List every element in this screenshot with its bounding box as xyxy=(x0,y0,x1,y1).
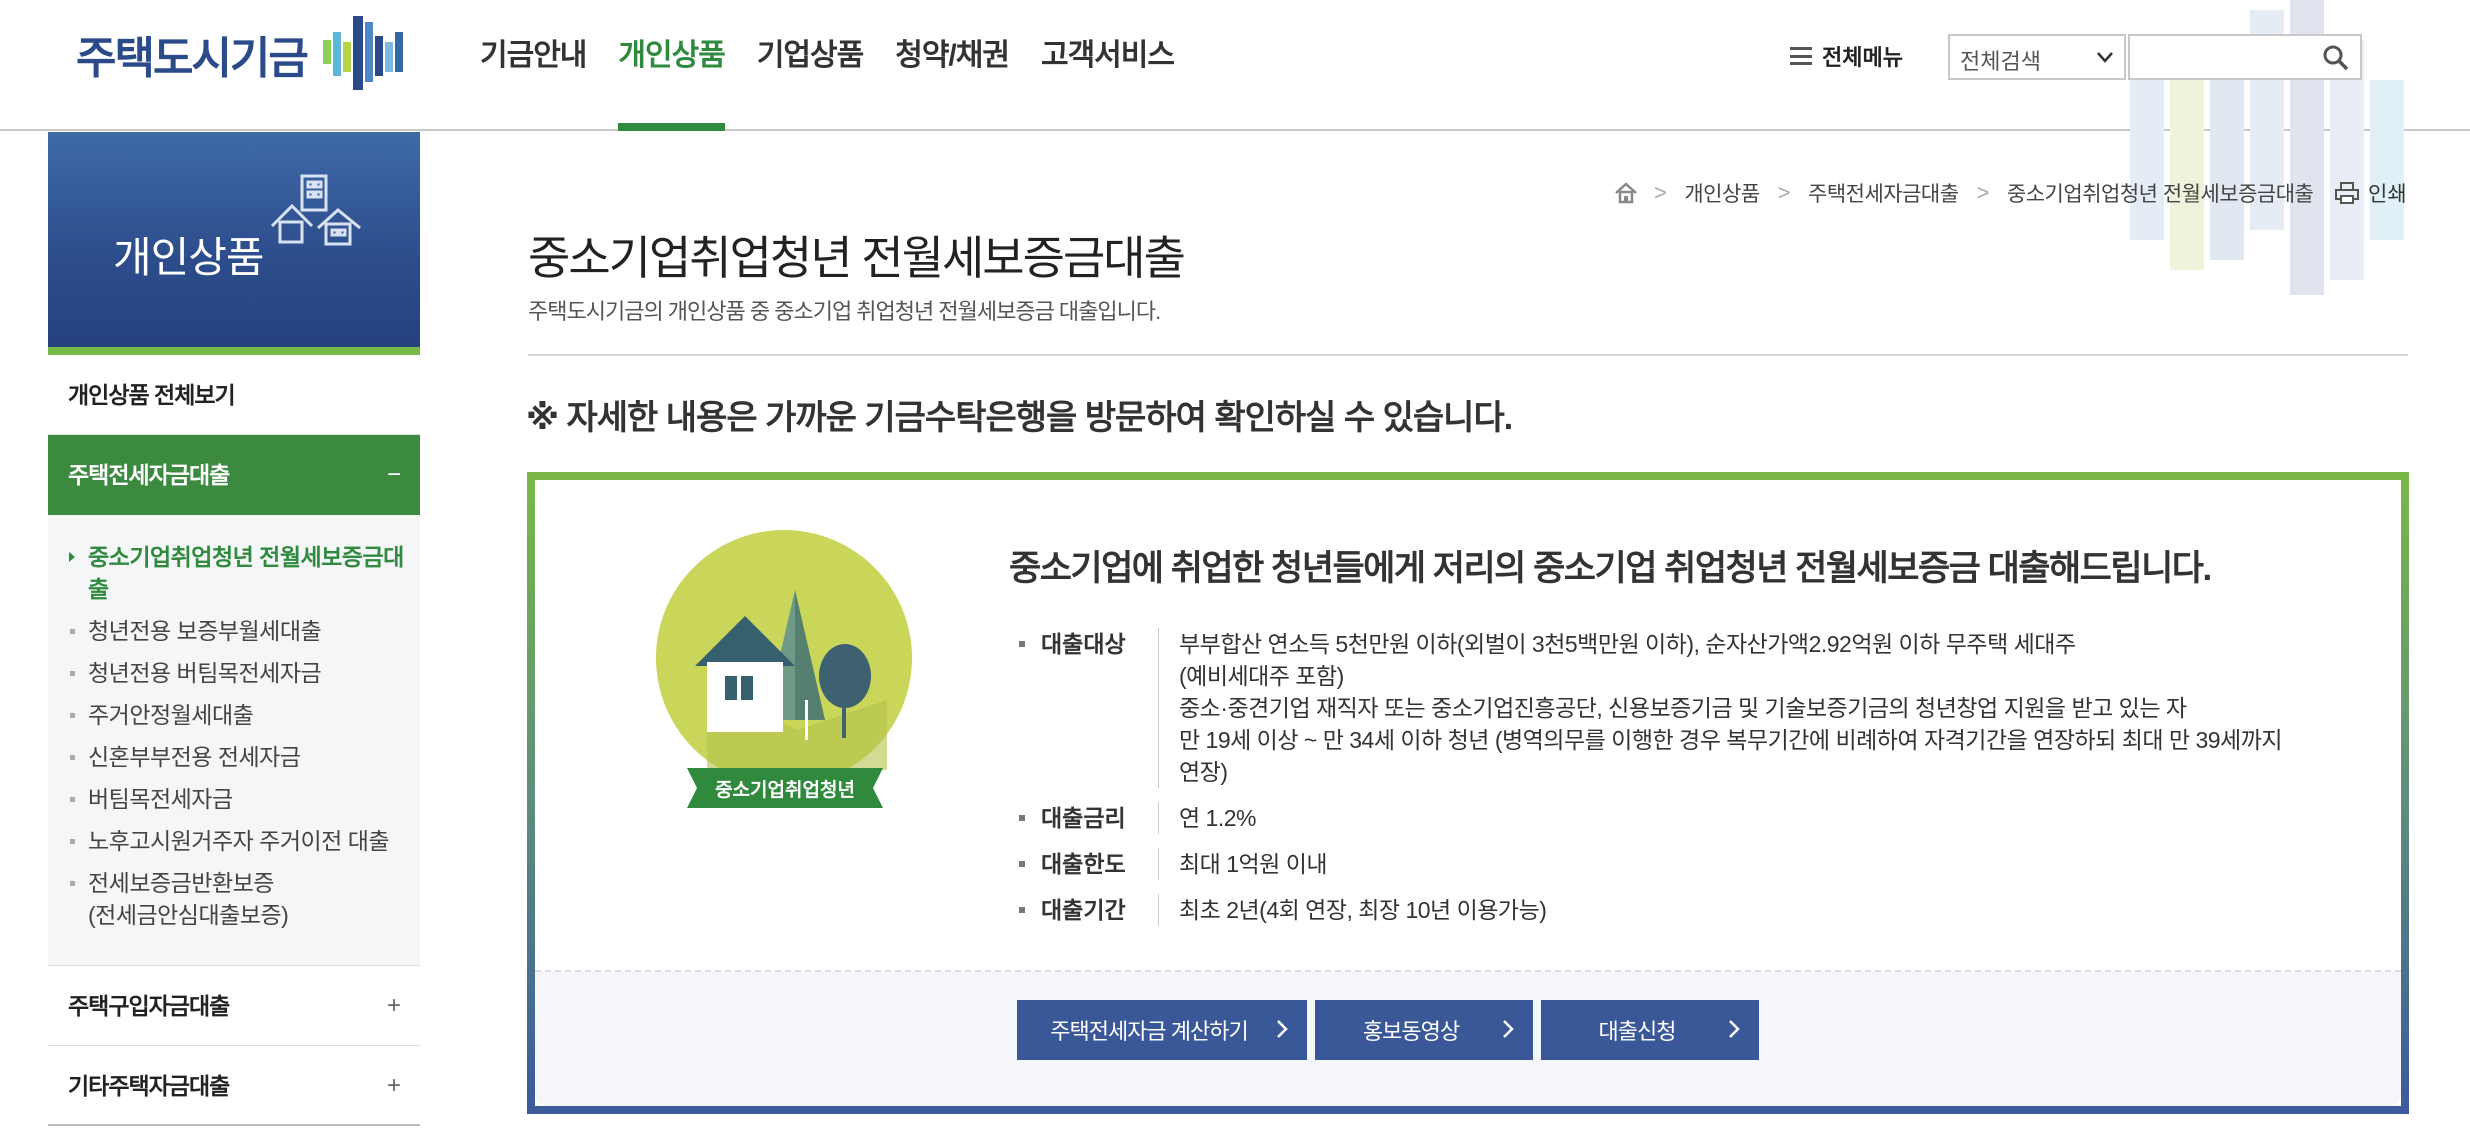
info-row-period: 대출기간 최초 2년(4회 연장, 최장 10년 이용가능) xyxy=(1015,894,2355,926)
promo-video-button[interactable]: 홍보동영상 xyxy=(1315,1000,1533,1060)
info-value: 연 1.2% xyxy=(1179,805,1256,831)
printer-icon xyxy=(2335,182,2359,204)
info-row-rate: 대출금리 연 1.2% xyxy=(1015,802,2355,834)
home-icon[interactable] xyxy=(1614,182,1638,204)
sidebar-header: 개인상품 xyxy=(48,132,420,355)
notice-text: ※ 자세한 내용은 가까운 기금수탁은행을 방문하여 확인하실 수 있습니다. xyxy=(526,399,1513,437)
breadcrumb-current[interactable]: 중소기업취업청년 전월세보증금대출 xyxy=(2007,178,2314,208)
button-label: 주택전세자금 계산하기 xyxy=(1050,1019,1249,1044)
sidebar-group-label: 주택구입자금대출 xyxy=(68,993,230,1019)
all-menu-button[interactable]: 전체메뉴 xyxy=(1790,36,1903,76)
product-badge: 중소기업취업청년 xyxy=(647,530,933,820)
chevron-right-icon: > xyxy=(1654,180,1667,205)
expand-icon: + xyxy=(386,992,401,1019)
sidebar-item-gosiwon-relocation[interactable]: 노후고시원거주자 주거이전 대출 xyxy=(48,825,420,857)
logo-mark-icon xyxy=(322,16,403,90)
info-values: 부부합산 연소득 5천만원 이하(외벌이 3천5백만원 이하), 순자산가액2.… xyxy=(1159,628,2283,788)
collapse-icon: − xyxy=(386,461,401,488)
sidebar-item-youth-beotimmok[interactable]: 청년전용 버팀목전세자금 xyxy=(48,657,420,689)
button-label: 대출신청 xyxy=(1598,1019,1677,1044)
info-value: 연장) xyxy=(1179,759,1228,785)
info-value: (예비세대주 포함) xyxy=(1179,663,1344,689)
sidebar: 개인상품 개인상품 전체보기 주택전세자금대출 − 중소기업취업청년 전월세보증… xyxy=(48,132,420,1126)
info-value: 만 19세 이상 ~ 만 34세 이하 청년 (병역의무를 이행한 경우 복무기… xyxy=(1179,727,2283,753)
chevron-down-icon xyxy=(2097,52,2113,63)
info-label: 대출금리 xyxy=(1015,802,1159,834)
print-button[interactable]: 인쇄 xyxy=(2334,178,2407,208)
search-scope-select[interactable]: 전체검색 xyxy=(1948,34,2126,80)
chevron-right-icon: > xyxy=(1777,180,1791,205)
houses-icon xyxy=(270,174,361,246)
all-menu-label: 전체메뉴 xyxy=(1822,45,1903,70)
page-title: 중소기업취업청년 전월세보증금대출 xyxy=(528,232,1186,284)
info-row-target: 대출대상 부부합산 연소득 5천만원 이하(외벌이 3천5백만원 이하), 순자… xyxy=(1015,628,2355,788)
info-label: 대출한도 xyxy=(1015,848,1159,880)
info-value: 최대 1억원 이내 xyxy=(1179,851,1328,877)
sidebar-item-newlywed-jeonse[interactable]: 신혼부부전용 전세자금 xyxy=(48,741,420,773)
nav-personal-products[interactable]: 개인상품 xyxy=(618,0,726,131)
info-label: 대출기간 xyxy=(1015,894,1159,926)
breadcrumb-item[interactable]: 개인상품 xyxy=(1684,178,1760,208)
sidebar-all-products[interactable]: 개인상품 전체보기 xyxy=(48,355,420,435)
expand-icon: + xyxy=(386,1072,401,1099)
loan-apply-button[interactable]: 대출신청 xyxy=(1541,1000,1759,1060)
breadcrumb-item[interactable]: 주택전세자금대출 xyxy=(1808,178,1959,208)
chevron-right-icon xyxy=(1729,1020,1740,1038)
product-summary-box: 중소기업취업청년 중소기업에 취업한 청년들에게 저리의 중소기업 취업청년 전… xyxy=(527,472,2409,1114)
button-label: 홍보동영상 xyxy=(1362,1019,1460,1044)
sidebar-item-beotimmok-jeonse[interactable]: 버팀목전세자금 xyxy=(48,783,420,815)
house-illustration-icon: 중소기업취업청년 xyxy=(656,530,912,808)
info-values: 최초 2년(4회 연장, 최장 10년 이용가능) xyxy=(1159,894,1547,926)
sidebar-group-jeonse-loan[interactable]: 주택전세자금대출 − xyxy=(48,435,420,515)
info-value: 중소·중견기업 재직자 또는 중소기업진흥공단, 신용보증기금 및 기술보증기금… xyxy=(1179,695,2187,721)
logo-text: 주택도시기금 xyxy=(76,34,309,83)
sidebar-item-sme-youth-loan[interactable]: 중소기업취업청년 전월세보증금대출 xyxy=(48,541,420,605)
sidebar-item-youth-monthly-rent[interactable]: 청년전용 보증부월세대출 xyxy=(48,615,420,647)
title-divider xyxy=(528,354,2408,356)
sidebar-item-housing-stability-rent[interactable]: 주거안정월세대출 xyxy=(48,699,420,731)
search-scope-value: 전체검색 xyxy=(1960,49,2041,74)
nav-fund-info[interactable]: 기금안내 xyxy=(480,0,587,131)
search-icon[interactable] xyxy=(2320,42,2352,74)
sidebar-sub-list: 중소기업취업청년 전월세보증금대출 청년전용 보증부월세대출 청년전용 버팀목전… xyxy=(48,515,420,966)
main-navigation: 기금안내 개인상품 기업상품 청약/채권 고객서비스 xyxy=(480,0,1206,131)
nav-subscription-bonds[interactable]: 청약/채권 xyxy=(895,0,1010,131)
chevron-right-icon xyxy=(1277,1020,1288,1038)
nav-corporate-products[interactable]: 기업상품 xyxy=(757,0,864,131)
sidebar-item-deposit-return-guarantee[interactable]: 전세보증금반환보증(전세금안심대출보증) xyxy=(48,867,308,931)
sidebar-group-purchase-loan[interactable]: 주택구입자금대출 + xyxy=(48,966,420,1046)
sidebar-title: 개인상품 xyxy=(113,234,265,281)
site-header: 주택도시기금 기금안내 개인상품 기업상품 청약/채권 고객서비스 전체메뉴 전… xyxy=(0,0,2470,295)
menu-icon xyxy=(1790,47,1812,65)
badge-label: 중소기업취업청년 xyxy=(715,779,855,801)
product-action-buttons: 주택전세자금 계산하기 홍보동영상 대출신청 xyxy=(1017,1000,1767,1060)
product-summary-inner: 중소기업취업청년 중소기업에 취업한 청년들에게 저리의 중소기업 취업청년 전… xyxy=(535,480,2401,1106)
info-values: 최대 1억원 이내 xyxy=(1159,848,1328,880)
product-info-list: 대출대상 부부합산 연소득 5천만원 이하(외벌이 3천5백만원 이하), 순자… xyxy=(1015,628,2355,940)
info-values: 연 1.2% xyxy=(1159,802,1256,834)
chevron-right-icon xyxy=(1503,1020,1514,1038)
nav-customer-service[interactable]: 고객서비스 xyxy=(1041,0,1175,131)
info-value: 최초 2년(4회 연장, 최장 10년 이용가능) xyxy=(1179,897,1547,923)
chevron-right-icon: > xyxy=(1976,180,1990,205)
dashed-divider xyxy=(535,970,2401,972)
product-headline: 중소기업에 취업한 청년들에게 저리의 중소기업 취업청년 전월세보증금 대출해… xyxy=(1009,549,2212,588)
search-input[interactable] xyxy=(2128,34,2362,80)
info-value: 부부합산 연소득 5천만원 이하(외벌이 3천5백만원 이하), 순자산가액2.… xyxy=(1179,631,2076,657)
info-label: 대출대상 xyxy=(1015,628,1159,788)
site-logo[interactable]: 주택도시기금 xyxy=(76,12,405,96)
info-row-limit: 대출한도 최대 1억원 이내 xyxy=(1015,848,2355,880)
breadcrumb: > 개인상품 > 주택전세자금대출 > 중소기업취업청년 전월세보증금대출 xyxy=(1614,178,2314,208)
sidebar-group-label: 기타주택자금대출 xyxy=(68,1073,230,1099)
sidebar-group-label: 주택전세자금대출 xyxy=(68,462,230,488)
sidebar-group-other-loan[interactable]: 기타주택자금대출 + xyxy=(48,1046,420,1126)
jeonse-calculator-button[interactable]: 주택전세자금 계산하기 xyxy=(1017,1000,1307,1060)
print-label: 인쇄 xyxy=(2368,183,2407,206)
page-description: 주택도시기금의 개인상품 중 중소기업 취업청년 전월세보증금 대출입니다. xyxy=(528,299,1161,324)
